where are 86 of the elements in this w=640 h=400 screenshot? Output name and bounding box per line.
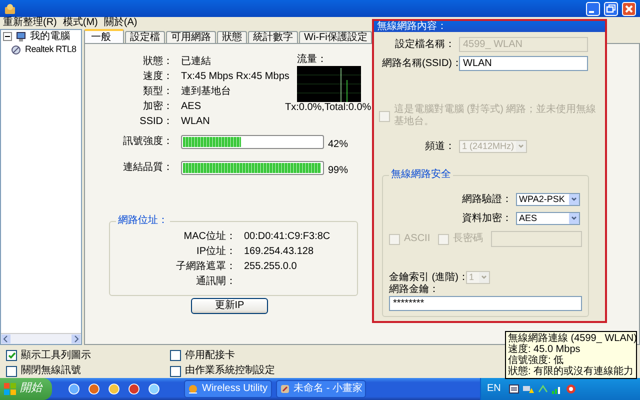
field-value: 已連結: [181, 56, 211, 68]
maximize-button[interactable]: [604, 2, 618, 16]
tab[interactable]: 狀態: [217, 31, 247, 43]
tooltip-line: 速度: 45.0 Mbps: [508, 344, 582, 355]
field-value: 255.255.0.0: [244, 260, 297, 272]
password-field[interactable]: ********: [389, 296, 582, 311]
renew-ip-button[interactable]: 更新IP: [191, 298, 268, 314]
checkbox-label: 關閉無線訊號: [21, 365, 81, 378]
taskbar-button[interactable]: Wireless Utility: [184, 380, 272, 398]
tooltip-line: 信號強度: 低: [508, 355, 564, 366]
app-icon: [4, 2, 16, 14]
horizontal-scrollbar[interactable]: [1, 333, 81, 344]
menu-item[interactable]: 模式(M): [60, 17, 101, 29]
tab[interactable]: 可用網路: [166, 31, 216, 43]
checkbox-label: 由作業系統控制設定: [185, 365, 275, 378]
field-label: 子網路遮罩：: [175, 260, 236, 272]
text-field[interactable]: [491, 231, 582, 247]
field-value: 169.254.43.128: [244, 246, 314, 258]
checkbox[interactable]: [6, 350, 17, 362]
windows-logo-icon: [4, 383, 16, 395]
field-value: 連到基地台: [181, 86, 231, 98]
checkbox[interactable]: [170, 350, 181, 362]
collapse-icon[interactable]: [3, 32, 12, 41]
field-value: 00:D0:41:C9:F3:8C: [244, 230, 330, 242]
field-value: AES: [181, 100, 202, 112]
meter-reading: 99%: [328, 165, 348, 177]
dropdown[interactable]: WPA2-PSK: [516, 193, 580, 206]
field-label: 速度：: [142, 70, 173, 82]
checkbox-label: 長密碼: [453, 233, 484, 245]
signal-bars-icon[interactable]: [552, 384, 562, 394]
field-label: 資料加密：: [461, 212, 512, 224]
meter-label: 訊號強度：: [122, 136, 173, 148]
close-icon: [622, 2, 636, 16]
dialog-title: 無線網路內容：: [374, 21, 605, 32]
network-warning-icon[interactable]: [522, 384, 534, 394]
tree-item[interactable]: Realtek RTL8: [25, 44, 76, 55]
tooltip-line: 狀態: 有限的或沒有連線能力: [508, 366, 634, 377]
taskbar-button[interactable]: 未命名 - 小畫家: [276, 380, 366, 398]
traffic-graph: [297, 66, 361, 102]
scroll-right-icon[interactable]: [71, 334, 81, 344]
group-title: 無線網路安全: [390, 169, 452, 181]
menu-item[interactable]: 重新整理(R): [0, 17, 60, 29]
group-title: 網路位址：: [117, 215, 169, 227]
field-label: MAC位址：: [182, 230, 236, 242]
field-value: Tx:45 Mbps Rx:45 Mbps: [181, 70, 290, 82]
tab[interactable]: 設定檔: [125, 31, 165, 43]
scroll-left-icon[interactable]: [1, 334, 11, 344]
tab[interactable]: 一般: [84, 29, 124, 43]
field-label: 狀態：: [142, 56, 173, 68]
tree-item[interactable]: 我的電腦: [30, 30, 70, 42]
check-icon: [8, 352, 16, 360]
field-label: 網路金鑰：: [389, 284, 440, 296]
field-label: 頻道：: [424, 140, 455, 152]
checkbox[interactable]: [170, 366, 181, 377]
minimize-button[interactable]: [586, 2, 600, 16]
field-label: SSID：: [138, 116, 173, 128]
traffic-label: 流量：: [297, 54, 328, 66]
field-label: IP位址：: [196, 246, 236, 258]
computer-icon: [16, 32, 26, 42]
field-label: 網路驗證：: [461, 194, 512, 206]
checkbox-label: 停用配接卡: [185, 350, 235, 362]
checkbox-label: 這是電腦對電腦 (對等式) 網路；並未使用無線基地台。: [394, 104, 597, 128]
traffic-reading: Tx:0.0%,Total:0.0%: [285, 102, 372, 114]
checkbox-label: 顯示工具列圖示: [21, 350, 91, 362]
field-value: WLAN: [181, 116, 210, 128]
minimize-icon: [586, 2, 600, 16]
checkbox[interactable]: [6, 366, 17, 377]
field-label: 金鑰索引 (進階)：: [389, 272, 462, 284]
field-label: 類型：: [142, 86, 173, 98]
language-indicator[interactable]: EN: [487, 383, 501, 395]
tab[interactable]: 統計數字: [248, 31, 298, 43]
close-button[interactable]: [622, 2, 636, 16]
checkbox-label: ASCII: [404, 233, 430, 245]
meter-reading: 42%: [328, 139, 348, 151]
paint-icon: [280, 384, 290, 394]
field-label: 加密：: [142, 100, 173, 112]
menu-item[interactable]: 關於(A): [100, 17, 140, 29]
maximize-icon: [604, 2, 618, 16]
tooltip-line: 無線網路連線 (4599_ WLAN): [508, 333, 634, 344]
tab[interactable]: Wi-Fi保護設定: [299, 31, 372, 43]
field-label: 通訊閘：: [195, 276, 236, 288]
field-label: 網路名稱(SSID)：: [382, 58, 455, 70]
text-field[interactable]: WLAN: [459, 56, 588, 71]
field-label: 設定檔名稱：: [394, 38, 455, 50]
dropdown[interactable]: AES: [516, 212, 580, 225]
meter-label: 連結品質：: [122, 162, 173, 174]
